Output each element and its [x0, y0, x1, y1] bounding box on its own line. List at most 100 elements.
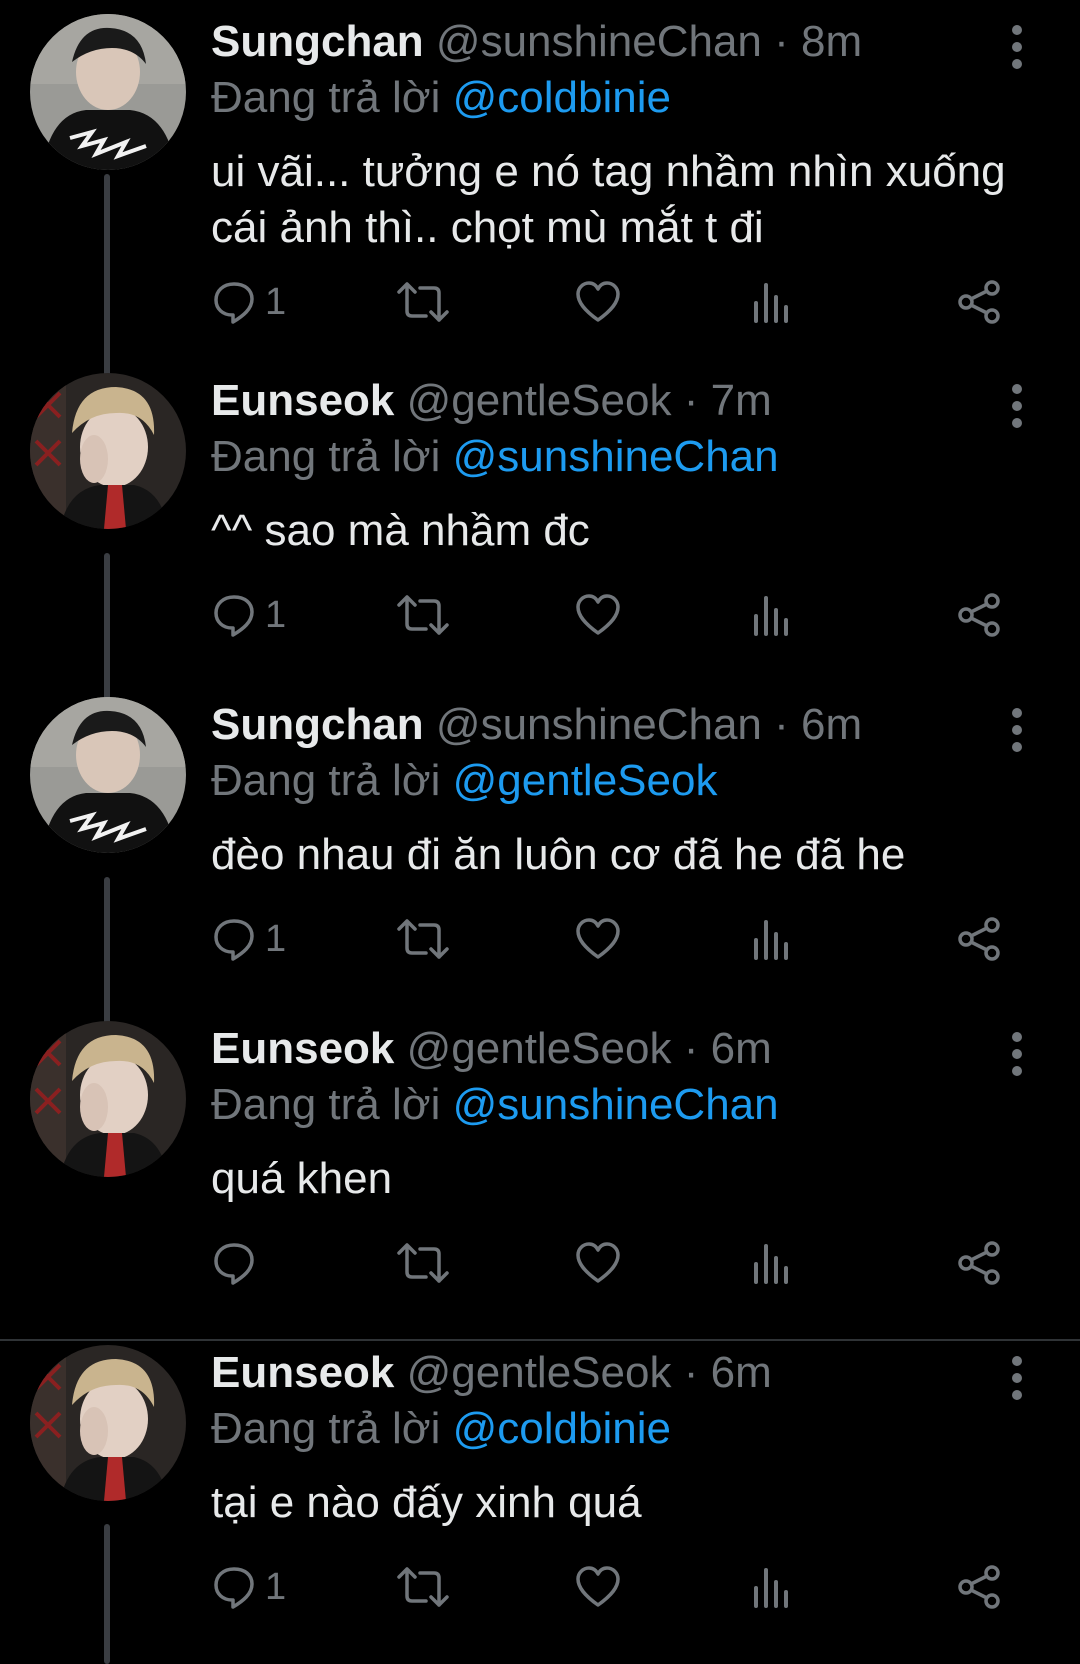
timestamp[interactable]: 8m — [801, 17, 862, 66]
share-button[interactable] — [956, 909, 1002, 969]
thread-line — [104, 877, 110, 1039]
tweet-header: Eunseok @gentleSeok · 7m — [211, 375, 772, 427]
avatar[interactable] — [30, 14, 186, 170]
avatar[interactable] — [30, 373, 186, 529]
display-name[interactable]: Eunseok — [211, 1348, 394, 1397]
action-bar: 1 — [211, 585, 1011, 645]
display-name[interactable]: Eunseok — [211, 376, 394, 425]
action-bar: 1 — [211, 909, 1011, 969]
replying-prefix: Đang trả lời — [211, 756, 441, 805]
mention-link[interactable]: @gentleSeok — [453, 756, 718, 805]
reply-button[interactable]: 1 — [211, 272, 286, 332]
timestamp[interactable]: 7m — [711, 376, 772, 425]
thread-line — [104, 1524, 110, 1664]
avatar[interactable] — [30, 1021, 186, 1177]
retweet-button[interactable] — [396, 1557, 450, 1617]
tweet-text: đèo nhau đi ăn luôn cơ đã he đã he — [211, 830, 906, 879]
more-vertical-icon[interactable] — [1000, 22, 1034, 72]
share-button[interactable] — [956, 272, 1002, 332]
reply-icon — [214, 919, 254, 961]
retweet-button[interactable] — [396, 585, 450, 645]
replying-prefix: Đang trả lời — [211, 73, 441, 122]
views-button[interactable] — [751, 272, 791, 332]
retweet-icon — [397, 919, 449, 959]
views-icon — [754, 1568, 788, 1608]
reply-button[interactable]: 1 — [211, 909, 286, 969]
more-vertical-icon[interactable] — [1000, 381, 1034, 431]
separator-dot: · — [683, 1024, 699, 1073]
timestamp[interactable]: 6m — [711, 1024, 772, 1073]
tweet-header: Eunseok @gentleSeok · 6m — [211, 1023, 772, 1075]
reply-count: 1 — [265, 917, 287, 960]
reply-count: 1 — [265, 593, 287, 636]
avatar[interactable] — [30, 697, 186, 853]
reply-button[interactable]: 1 — [211, 585, 286, 645]
retweet-button[interactable] — [396, 1233, 450, 1293]
thread-line — [104, 553, 110, 715]
heart-icon — [576, 1242, 620, 1283]
views-button[interactable] — [751, 1557, 791, 1617]
action-bar: 1 — [211, 1557, 1011, 1617]
share-button[interactable] — [956, 1233, 1002, 1293]
retweet-icon — [397, 282, 449, 322]
replying-to: Đang trả lời @coldbinie — [211, 72, 671, 124]
more-vertical-icon[interactable] — [1000, 1029, 1034, 1079]
heart-icon — [576, 594, 620, 635]
user-handle[interactable]: @gentleSeok — [407, 376, 672, 425]
tweet-text: tại e nào đấy xinh quá — [211, 1478, 642, 1527]
avatar-eunseok-image — [30, 373, 186, 529]
tweet-text: ^^ sao mà nhầm đc — [211, 506, 590, 555]
reply-icon — [214, 1567, 254, 1609]
user-handle[interactable]: @gentleSeok — [407, 1348, 672, 1397]
replying-prefix: Đang trả lời — [211, 432, 441, 481]
avatar-sungchan-image — [30, 14, 186, 170]
reply-icon — [214, 1243, 254, 1285]
share-icon — [958, 593, 1000, 637]
views-icon — [754, 596, 788, 636]
timestamp[interactable]: 6m — [801, 700, 862, 749]
share-icon — [958, 917, 1000, 961]
more-vertical-icon[interactable] — [1000, 705, 1034, 755]
like-button[interactable] — [574, 272, 622, 332]
like-button[interactable] — [574, 1233, 622, 1293]
like-button[interactable] — [574, 909, 622, 969]
reply-count: 1 — [265, 280, 287, 323]
retweet-icon — [397, 1567, 449, 1607]
replying-to: Đang trả lời @coldbinie — [211, 1403, 671, 1455]
mention-link[interactable]: @coldbinie — [453, 73, 671, 122]
user-handle[interactable]: @sunshineChan — [436, 17, 762, 66]
views-button[interactable] — [751, 585, 791, 645]
more-vertical-icon[interactable] — [1000, 1353, 1034, 1403]
timestamp[interactable]: 6m — [711, 1348, 772, 1397]
like-button[interactable] — [574, 1557, 622, 1617]
views-icon — [754, 1244, 788, 1284]
reply-button[interactable] — [211, 1233, 265, 1293]
mention-link[interactable]: @coldbinie — [453, 1404, 671, 1453]
tweet-header: Eunseok @gentleSeok · 6m — [211, 1347, 772, 1399]
separator-dot: · — [774, 17, 789, 66]
display-name[interactable]: Eunseok — [211, 1024, 394, 1073]
replying-to: Đang trả lời @sunshineChan — [211, 1079, 779, 1131]
display-name[interactable]: Sungchan — [211, 17, 424, 66]
thread-line — [104, 174, 110, 390]
avatar-sungchan-image — [30, 697, 186, 853]
retweet-button[interactable] — [396, 272, 450, 332]
user-handle[interactable]: @gentleSeok — [407, 1024, 672, 1073]
avatar-eunseok-image — [30, 1021, 186, 1177]
share-button[interactable] — [956, 585, 1002, 645]
display-name[interactable]: Sungchan — [211, 700, 424, 749]
mention-link[interactable]: @sunshineChan — [453, 432, 779, 481]
avatar[interactable] — [30, 1345, 186, 1501]
tweet-text: ui vãi... tưởng e nó tag nhầm nhìn xuống… — [211, 147, 1006, 252]
retweet-button[interactable] — [396, 909, 450, 969]
mention-link[interactable]: @sunshineChan — [453, 1080, 779, 1129]
views-button[interactable] — [751, 1233, 791, 1293]
retweet-icon — [397, 595, 449, 635]
share-button[interactable] — [956, 1557, 1002, 1617]
like-button[interactable] — [574, 585, 622, 645]
user-handle[interactable]: @sunshineChan — [436, 700, 762, 749]
reply-button[interactable]: 1 — [211, 1557, 286, 1617]
views-icon — [754, 283, 788, 323]
views-button[interactable] — [751, 909, 791, 969]
tweet-header: Sungchan @sunshineChan · 6m — [211, 699, 862, 751]
